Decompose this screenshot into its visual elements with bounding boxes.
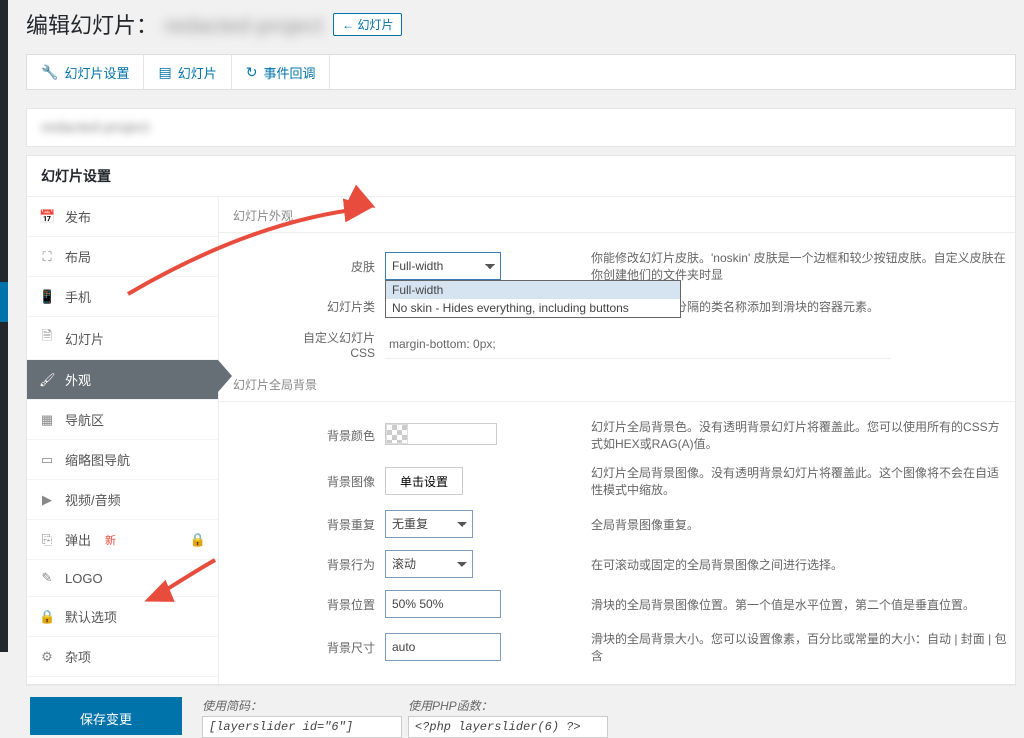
label-bgimage: 背景图像 bbox=[291, 473, 375, 490]
desc-position: 滑块的全局背景图像位置。第一个值是水平位置，第二个值是垂直位置。 bbox=[591, 596, 1015, 613]
bg-behavior-select[interactable]: 滚动 bbox=[385, 550, 473, 578]
tab-callbacks[interactable]: ↻ 事件回调 bbox=[232, 55, 331, 89]
wp-admin-current-indicator bbox=[0, 282, 8, 322]
phpfunc-label: 使用PHP函数： bbox=[408, 697, 608, 714]
save-button[interactable]: 保存变更 bbox=[30, 697, 182, 735]
sidebar-item-defaults[interactable]: 🔒默认选项 bbox=[27, 597, 218, 637]
slider-name-box: redacted-project bbox=[26, 108, 1016, 147]
bg-color-input[interactable] bbox=[385, 423, 497, 445]
new-badge: 新 bbox=[105, 532, 116, 548]
label-class: 幻灯片类 bbox=[291, 298, 375, 315]
skin-option-noskin[interactable]: No skin - Hides everything, including bu… bbox=[386, 299, 680, 317]
skin-option-fullwidth[interactable]: Full-width bbox=[386, 281, 680, 299]
custom-css-input[interactable] bbox=[385, 331, 891, 359]
tab-slides[interactable]: ▤ 幻灯片 bbox=[144, 55, 231, 89]
sidebar-item-misc[interactable]: ⚙杂项 bbox=[27, 637, 218, 677]
calendar-icon: 📅 bbox=[39, 209, 55, 225]
desc-size: 滑块的全局背景大小。您可以设置像素，百分比或常量的大小：自动 | 封面 | 包含 bbox=[591, 630, 1015, 664]
label-skin: 皮肤 bbox=[291, 258, 375, 275]
bg-position-input[interactable] bbox=[385, 590, 501, 618]
row-behavior: 背景行为 滚动 在可滚动或固定的全局背景图像之间进行选择。 bbox=[219, 544, 1015, 584]
shortcode-value[interactable]: [layerslider id="6"] bbox=[202, 716, 402, 738]
redo-icon: ↻ bbox=[246, 64, 258, 81]
lock-icon: 🔒 bbox=[39, 609, 55, 625]
label-behavior: 背景行为 bbox=[291, 556, 375, 573]
slider-name: redacted-project bbox=[41, 119, 149, 136]
section-background: 幻灯片全局背景 bbox=[219, 366, 1015, 402]
sidebar-item-appearance[interactable]: 🖌外观 bbox=[27, 360, 218, 400]
label-css: 自定义幻灯片CSS bbox=[291, 329, 375, 360]
tab-slider-settings[interactable]: 🔧 幻灯片设置 bbox=[27, 55, 144, 89]
sidebar-item-logo[interactable]: ✎LOGO bbox=[27, 560, 218, 597]
footer-row: 保存变更 使用简码： [layerslider id="6"] 使用PHP函数：… bbox=[26, 697, 1024, 738]
expand-icon: ⛶ bbox=[39, 249, 55, 265]
sidebar-item-publish[interactable]: 📅发布 bbox=[27, 197, 218, 237]
popup-icon: ⎘ bbox=[39, 532, 55, 548]
desc-bgimage: 幻灯片全局背景图像。没有透明背景幻灯片将覆盖此。这个图像将不会在自适性模式中缩放… bbox=[591, 464, 1015, 498]
file-icon: 🗎 bbox=[39, 327, 55, 349]
brush-icon: 🖌 bbox=[39, 372, 55, 388]
nav-icon: ▦ bbox=[39, 412, 55, 428]
desc-bgcolor: 幻灯片全局背景色。没有透明背景幻灯片将覆盖此。您可以使用所有的CSS方式如HEX… bbox=[591, 418, 1015, 452]
desc-skin: 你能修改幻灯片皮肤。'noskin' 皮肤是一个边框和较少按钮皮肤。自定义皮肤在… bbox=[591, 249, 1015, 283]
shortcode-label: 使用简码： bbox=[202, 697, 402, 714]
label-bgcolor: 背景颜色 bbox=[291, 427, 375, 444]
skin-dropdown: Full-width No skin - Hides everything, i… bbox=[385, 280, 681, 318]
sidebar-item-layout[interactable]: ⛶布局 bbox=[27, 237, 218, 277]
bg-image-set-button[interactable]: 单击设置 bbox=[385, 467, 463, 495]
form-area: 幻灯片外观 皮肤 Full-width Full-width No skin -… bbox=[219, 197, 1015, 684]
desc-repeat: 全局背景图像重复。 bbox=[591, 516, 1015, 533]
tabs-bar: 🔧 幻灯片设置 ▤ 幻灯片 ↻ 事件回调 bbox=[26, 54, 1016, 90]
row-position: 背景位置 滑块的全局背景图像位置。第一个值是水平位置，第二个值是垂直位置。 bbox=[219, 584, 1015, 624]
settings-side-nav: 📅发布 ⛶布局 📱手机 🗎幻灯片 🖌外观 ▦导航区 ▭缩略图导航 ▶视频/音频 … bbox=[27, 197, 219, 684]
phpfunc-value[interactable]: <?php layerslider(6) ?> bbox=[408, 716, 608, 738]
pen-icon: ✎ bbox=[39, 570, 55, 586]
page-title: 编辑幻灯片： redacted-project bbox=[26, 8, 323, 40]
row-bgcolor: 背景颜色 幻灯片全局背景色。没有透明背景幻灯片将覆盖此。您可以使用所有的CSS方… bbox=[219, 412, 1015, 458]
back-to-sliders-link[interactable]: ← 幻灯片 bbox=[333, 13, 402, 36]
gear-icon: ⚙ bbox=[39, 649, 55, 665]
row-css: 自定义幻灯片CSS bbox=[219, 323, 1015, 366]
sidebar-item-slideshow[interactable]: 🗎幻灯片 bbox=[27, 317, 218, 360]
desc-behavior: 在可滚动或固定的全局背景图像之间进行选择。 bbox=[591, 556, 1015, 573]
tab-label: 幻灯片设置 bbox=[64, 63, 129, 82]
bg-repeat-select[interactable]: 无重复 bbox=[385, 510, 473, 538]
bg-size-input[interactable] bbox=[385, 633, 501, 661]
panel-title: 幻灯片设置 bbox=[27, 156, 1015, 197]
sidebar-item-popup[interactable]: ⎘弹出新🔒 bbox=[27, 520, 218, 560]
page-title-prefix: 编辑幻灯片： bbox=[26, 13, 158, 38]
wp-admin-sidebar bbox=[0, 0, 8, 652]
tab-label: 事件回调 bbox=[263, 63, 315, 82]
tab-label: 幻灯片 bbox=[178, 63, 217, 82]
label-repeat: 背景重复 bbox=[291, 516, 375, 533]
page-header: 编辑幻灯片： redacted-project ← 幻灯片 bbox=[26, 8, 1024, 40]
row-size: 背景尺寸 滑块的全局背景大小。您可以设置像素，百分比或常量的大小：自动 | 封面… bbox=[219, 624, 1015, 670]
settings-panel: 幻灯片设置 📅发布 ⛶布局 📱手机 🗎幻灯片 🖌外观 ▦导航区 ▭缩略图导航 ▶… bbox=[26, 155, 1016, 685]
row-skin: 皮肤 Full-width Full-width No skin - Hides… bbox=[219, 243, 1015, 289]
sidebar-item-video-audio[interactable]: ▶视频/音频 bbox=[27, 480, 218, 520]
thumb-icon: ▭ bbox=[39, 452, 55, 468]
label-position: 背景位置 bbox=[291, 596, 375, 613]
mobile-icon: 📱 bbox=[39, 289, 55, 305]
row-repeat: 背景重复 无重复 全局背景图像重复。 bbox=[219, 504, 1015, 544]
label-size: 背景尺寸 bbox=[291, 639, 375, 656]
sidebar-item-mobile[interactable]: 📱手机 bbox=[27, 277, 218, 317]
sidebar-item-thumbnail-nav[interactable]: ▭缩略图导航 bbox=[27, 440, 218, 480]
transparency-checker-icon bbox=[386, 424, 408, 444]
sidebar-item-navigation[interactable]: ▦导航区 bbox=[27, 400, 218, 440]
skin-select[interactable]: Full-width bbox=[385, 252, 501, 280]
page-title-slider-name: redacted-project bbox=[164, 13, 323, 38]
layers-icon: ▤ bbox=[158, 64, 171, 81]
wrench-icon: 🔧 bbox=[41, 64, 58, 81]
row-bgimage: 背景图像 单击设置 幻灯片全局背景图像。没有透明背景幻灯片将覆盖此。这个图像将不… bbox=[219, 458, 1015, 504]
section-appearance: 幻灯片外观 bbox=[219, 197, 1015, 233]
lock-icon: 🔒 bbox=[190, 532, 206, 548]
play-icon: ▶ bbox=[39, 492, 55, 508]
